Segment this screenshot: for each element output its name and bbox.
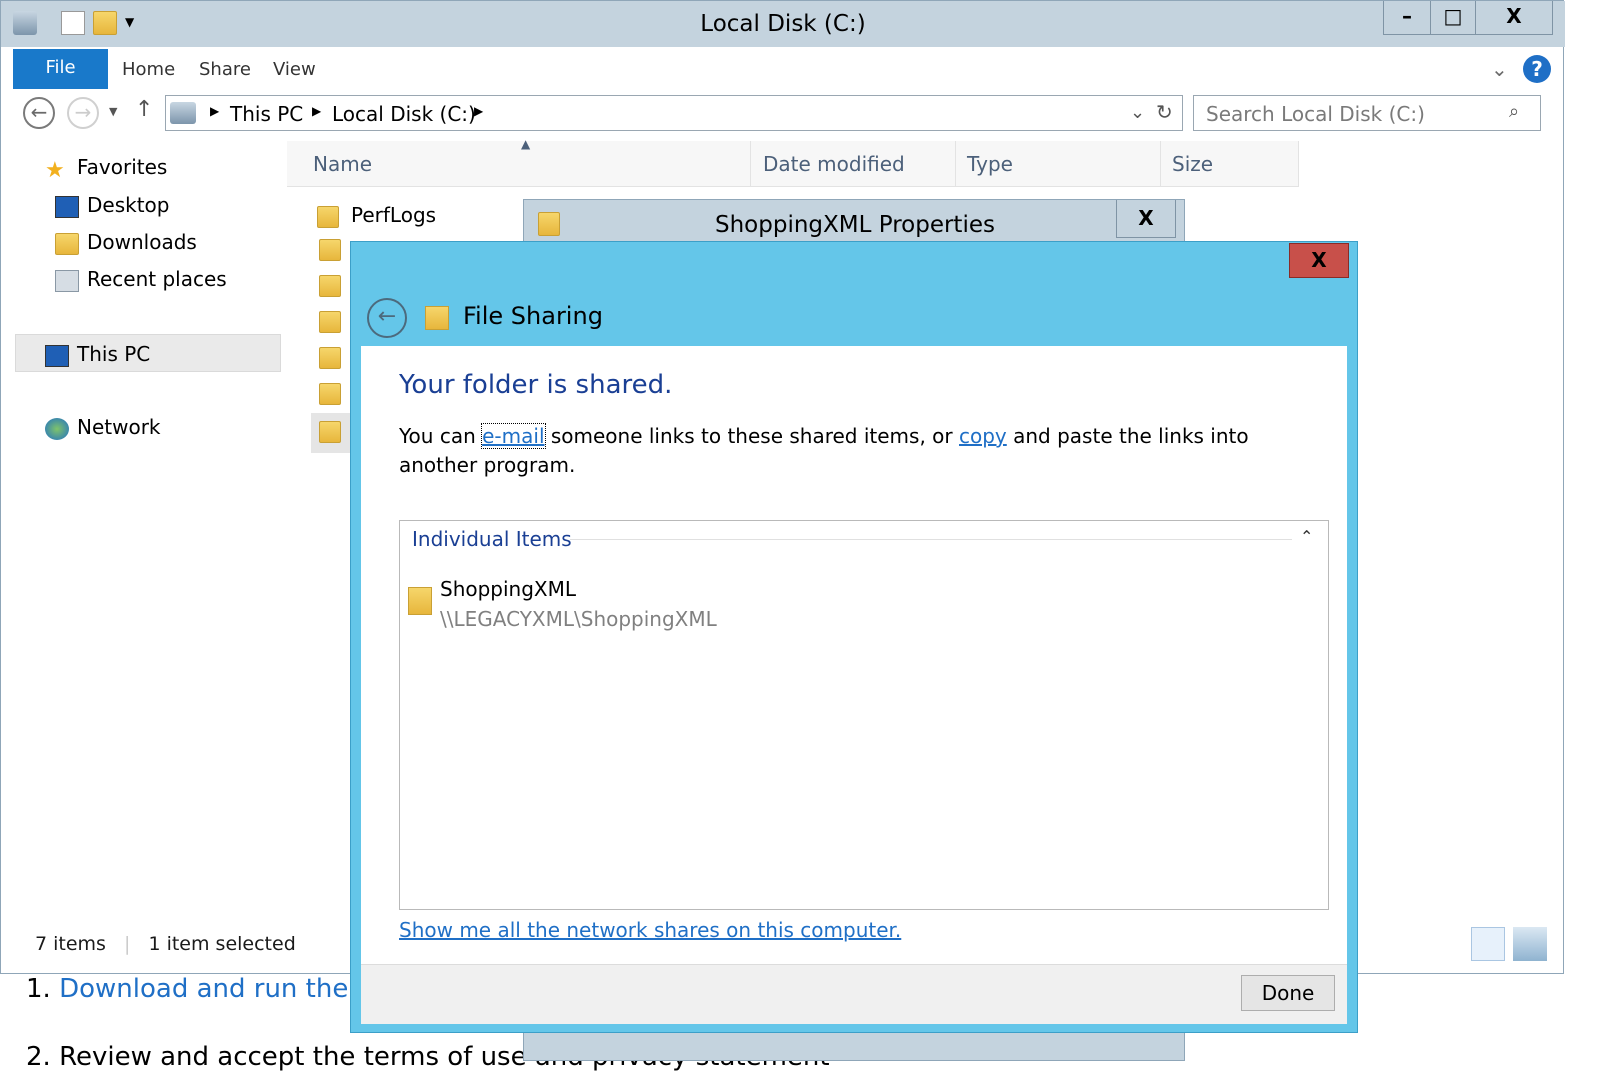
help-icon[interactable]: ? bbox=[1523, 55, 1551, 83]
selected-count: 1 item selected bbox=[148, 933, 296, 955]
maximize-button[interactable]: □ bbox=[1430, 1, 1476, 35]
list-item[interactable]: PerfLogs bbox=[317, 203, 527, 237]
folder-icon bbox=[317, 205, 339, 228]
file-name: PerfLogs bbox=[351, 203, 437, 227]
desktop-icon bbox=[55, 195, 79, 218]
copy-link[interactable]: copy bbox=[959, 424, 1007, 448]
nav-downloads-label: Downloads bbox=[87, 230, 197, 254]
nav-downloads[interactable]: Downloads bbox=[55, 230, 197, 260]
shared-item-name[interactable]: ShoppingXML bbox=[440, 577, 576, 601]
title-bar: ▼ Local Disk (C:) – □ X bbox=[1, 1, 1565, 47]
folder-icon[interactable] bbox=[319, 311, 341, 333]
folder-icon bbox=[408, 587, 432, 615]
breadcrumb-separator-icon[interactable]: ▶ bbox=[210, 104, 219, 118]
nav-desktop[interactable]: Desktop bbox=[55, 193, 169, 223]
nav-recent-label: Recent places bbox=[87, 267, 227, 291]
back-button[interactable]: ← bbox=[23, 97, 55, 129]
nav-recent-places[interactable]: Recent places bbox=[55, 267, 227, 297]
tab-share[interactable]: Share bbox=[199, 59, 251, 80]
nav-desktop-label: Desktop bbox=[87, 193, 170, 217]
close-button[interactable]: X bbox=[1475, 1, 1553, 35]
dialog-body: Your folder is shared. You can e-mail so… bbox=[361, 346, 1347, 964]
folder-icon[interactable] bbox=[319, 383, 341, 405]
status-divider: | bbox=[124, 933, 131, 955]
nav-favorites[interactable]: ★ Favorites bbox=[45, 155, 167, 185]
navigation-bar: ← → ▼ ↑ ▶ This PC ▶ Local Disk (C:) ▶ ⌄ … bbox=[13, 93, 1553, 135]
shared-items-list: Individual Items ⌃ ShoppingXML \\LEGACYX… bbox=[399, 520, 1329, 910]
step-1-number: 1. bbox=[26, 974, 60, 1004]
nav-network-label: Network bbox=[77, 415, 161, 439]
ribbon-tabs: File Home Share View ⌄ ? bbox=[13, 49, 1563, 89]
details-view-icon[interactable] bbox=[1471, 927, 1505, 961]
address-dropdown-icon[interactable]: ⌄ bbox=[1130, 102, 1145, 123]
downloads-icon bbox=[55, 232, 79, 255]
breadcrumb-this-pc[interactable]: This PC bbox=[230, 102, 303, 126]
folder-icon[interactable] bbox=[319, 239, 341, 261]
breadcrumb-separator-icon[interactable]: ▶ bbox=[474, 104, 483, 118]
nav-favorites-label: Favorites bbox=[77, 155, 168, 179]
file-sharing-dialog: X ← File Sharing Your folder is shared. … bbox=[350, 241, 1358, 1033]
back-arrow-icon[interactable]: ← bbox=[367, 298, 407, 338]
column-header: Name ▲ Date modified Type Size bbox=[287, 137, 1299, 187]
tab-home[interactable]: Home bbox=[122, 59, 175, 80]
desc-text-1: You can bbox=[399, 424, 483, 448]
up-icon[interactable]: ↑ bbox=[135, 97, 153, 122]
pc-icon bbox=[170, 102, 196, 124]
shared-item-path[interactable]: \\LEGACYXML\ShoppingXML bbox=[440, 607, 717, 631]
large-icons-view-icon[interactable] bbox=[1513, 927, 1547, 961]
email-link[interactable]: e-mail bbox=[481, 423, 546, 449]
tab-file[interactable]: File bbox=[13, 49, 108, 89]
shared-heading: Your folder is shared. bbox=[399, 370, 673, 400]
window-title: Local Disk (C:) bbox=[700, 11, 866, 37]
nav-this-pc[interactable]: This PC bbox=[45, 342, 150, 372]
column-size[interactable]: Size bbox=[1160, 141, 1299, 187]
network-shares-link[interactable]: Show me all the network shares on this c… bbox=[399, 918, 901, 942]
refresh-icon[interactable]: ↻ bbox=[1156, 100, 1173, 124]
sharing-close-button[interactable]: X bbox=[1289, 243, 1349, 278]
forward-button[interactable]: → bbox=[67, 97, 99, 129]
folder-icon[interactable] bbox=[319, 421, 341, 443]
expand-ribbon-icon[interactable]: ⌄ bbox=[1491, 57, 1508, 81]
page-step-1: 1. Download and run the g bbox=[26, 974, 373, 1004]
download-link[interactable]: Download and run the g bbox=[59, 974, 373, 1004]
breadcrumb-separator-icon[interactable]: ▶ bbox=[312, 104, 321, 118]
status-bar: 7 items | 1 item selected bbox=[35, 933, 296, 955]
search-icon[interactable]: ⌕ bbox=[1509, 101, 1519, 122]
minimize-button[interactable]: – bbox=[1383, 1, 1431, 35]
search-input[interactable]: Search Local Disk (C:) bbox=[1193, 95, 1541, 131]
computer-icon bbox=[45, 344, 69, 367]
group-header[interactable]: Individual Items bbox=[412, 527, 572, 551]
dialog-title: File Sharing bbox=[463, 302, 603, 330]
sort-ascending-icon: ▲ bbox=[521, 137, 531, 151]
recent-places-icon bbox=[55, 269, 79, 292]
shared-description: You can e-mail someone links to these sh… bbox=[399, 422, 1279, 480]
star-icon: ★ bbox=[45, 157, 65, 183]
group-divider bbox=[570, 539, 1292, 540]
column-type[interactable]: Type bbox=[955, 141, 1161, 187]
properties-dialog-title: ShoppingXML Properties bbox=[715, 212, 995, 238]
nav-this-pc-label: This PC bbox=[77, 342, 151, 366]
folder-icon[interactable] bbox=[319, 275, 341, 297]
properties-close-button[interactable]: X bbox=[1116, 200, 1176, 238]
item-count: 7 items bbox=[35, 933, 106, 955]
tab-view[interactable]: View bbox=[273, 59, 316, 80]
folder-icon[interactable] bbox=[319, 347, 341, 369]
collapse-chevron-icon[interactable]: ⌃ bbox=[1300, 527, 1313, 546]
column-date-modified[interactable]: Date modified bbox=[750, 141, 956, 187]
recent-locations-icon[interactable]: ▼ bbox=[109, 105, 117, 118]
breadcrumb-local-disk[interactable]: Local Disk (C:) bbox=[332, 102, 476, 126]
sharing-users-icon bbox=[425, 306, 449, 330]
dialog-footer: Done bbox=[361, 964, 1347, 1024]
desc-text-2: someone links to these shared items, or bbox=[544, 424, 959, 448]
address-bar[interactable]: ▶ This PC ▶ Local Disk (C:) ▶ ⌄ ↻ bbox=[165, 95, 1183, 131]
nav-network[interactable]: Network bbox=[45, 415, 161, 445]
network-icon bbox=[45, 417, 69, 440]
done-button[interactable]: Done bbox=[1241, 975, 1335, 1011]
